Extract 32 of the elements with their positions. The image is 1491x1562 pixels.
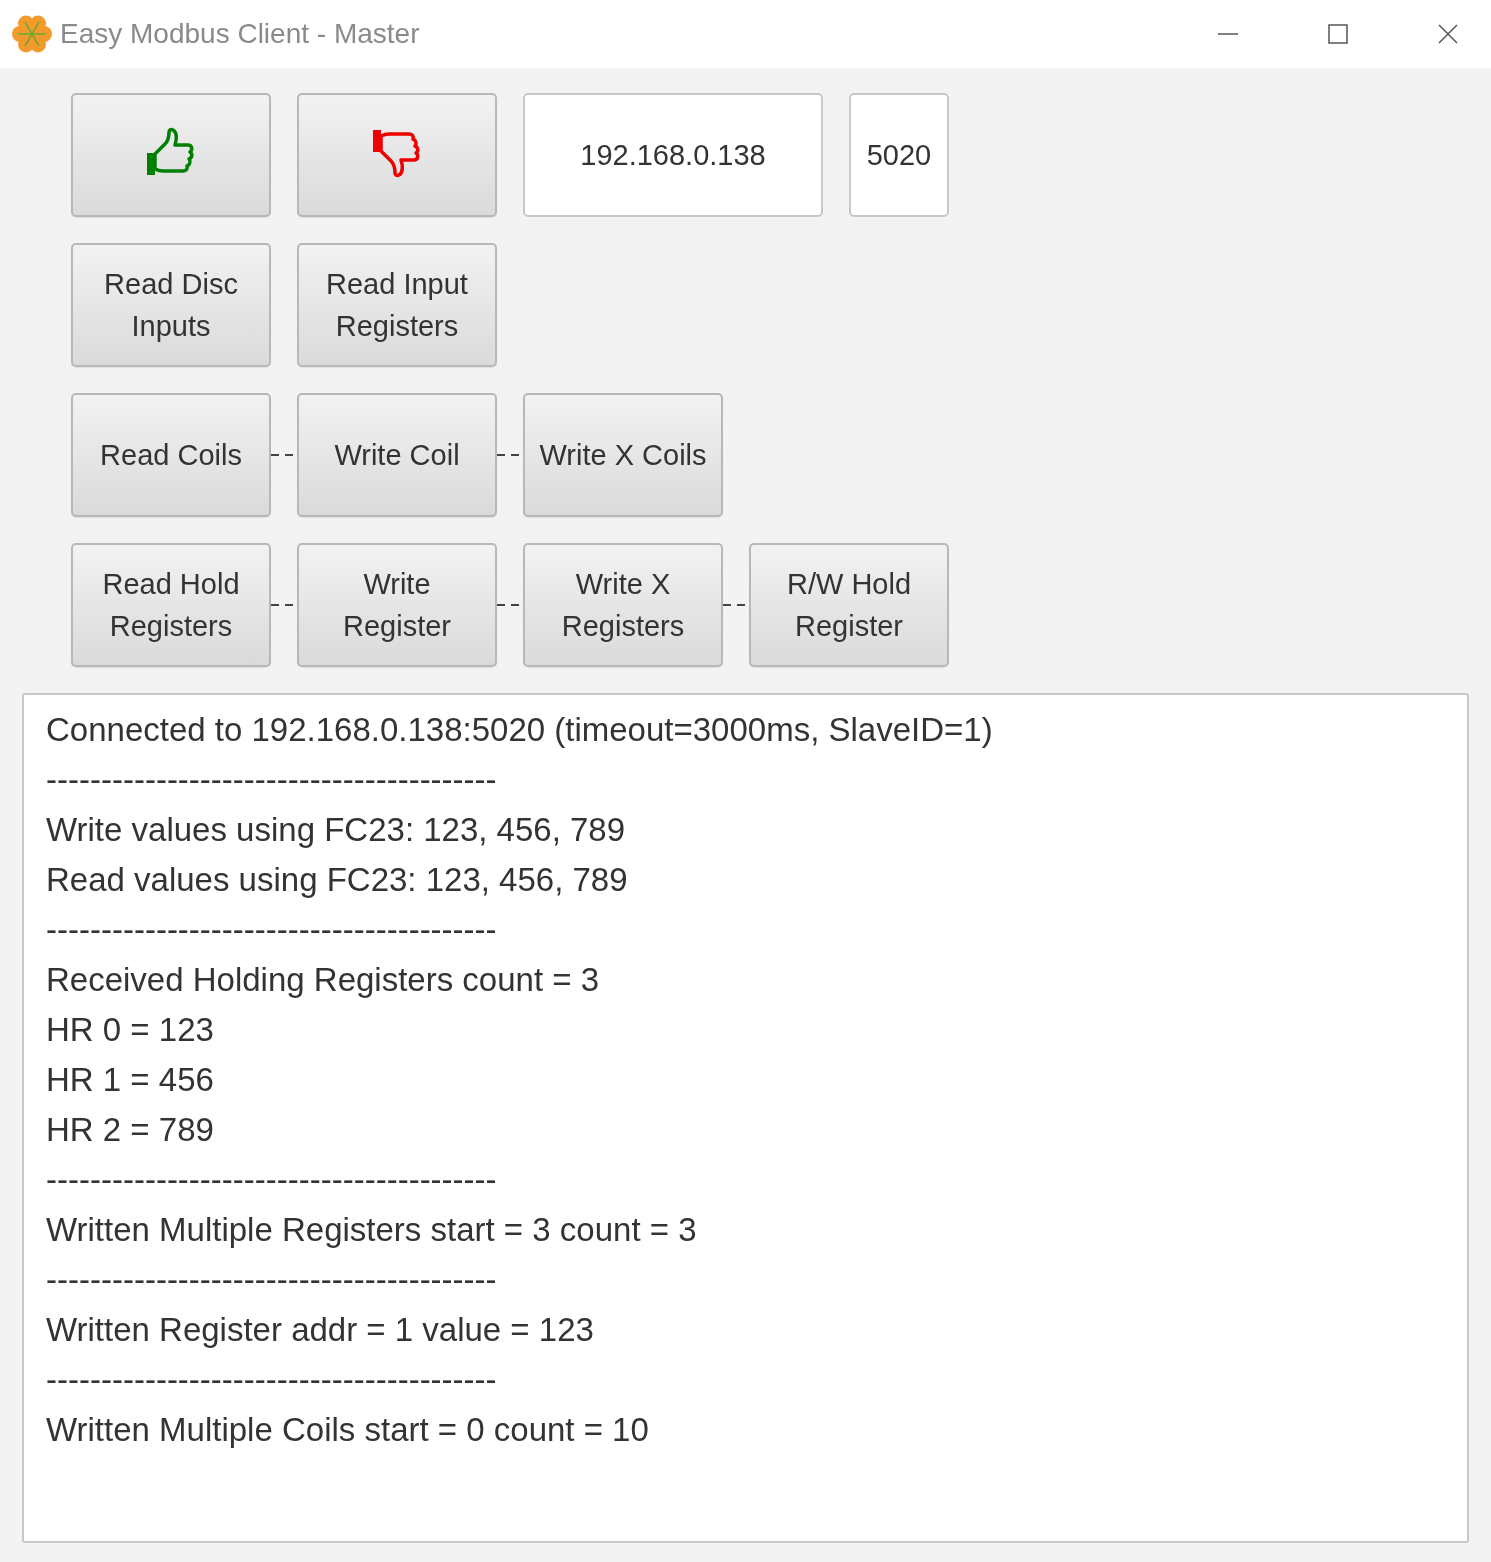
disconnect-button[interactable] [297, 93, 497, 217]
function-button[interactable]: Read Disc Inputs [71, 243, 271, 367]
function-button[interactable]: Read Hold Registers [71, 543, 271, 667]
function-button[interactable]: Read Input Registers [297, 243, 497, 367]
log-line: Connected to 192.168.0.138:5020 (timeout=3000ms, SlaveID=1) [46, 710, 994, 750]
function-button[interactable]: Write Register [297, 543, 497, 667]
function-button[interactable]: Write X Registers [523, 543, 723, 667]
log-line: Received Holding Registers count = 3 [46, 960, 601, 1000]
function-button[interactable]: Read Coils [71, 393, 271, 517]
log-line: HR 1 = 456 [46, 1060, 215, 1100]
function-button[interactable]: R/W Hold Register [749, 543, 949, 667]
connect-button[interactable] [71, 93, 271, 217]
log-line: Read values using FC23: 123, 456, 789 [46, 860, 629, 900]
ip-address-field[interactable]: 192.168.0.138 [523, 93, 823, 217]
function-button[interactable]: Write X Coils [523, 393, 723, 517]
log-line: Written Multiple Coils start = 0 count = 10 [46, 1410, 650, 1450]
port-field[interactable]: 5020 [849, 93, 949, 217]
log-line: ----------------------------------------- [46, 1260, 498, 1300]
window-title: Easy Modbus Client - Master [60, 18, 420, 50]
log-line: HR 0 = 123 [46, 1010, 215, 1050]
log-line: Write values using FC23: 123, 456, 789 [46, 810, 627, 850]
log-line: ----------------------------------------- [46, 1160, 498, 1200]
log-line: Written Multiple Registers start = 3 count = 3 [46, 1210, 698, 1250]
function-button[interactable]: Write Coil [297, 393, 497, 517]
log-line: ----------------------------------------- [46, 910, 498, 950]
log-line: ----------------------------------------- [46, 760, 498, 800]
close-icon[interactable] [1437, 23, 1459, 45]
log-line: ----------------------------------------- [46, 1360, 498, 1400]
log-line: HR 2 = 789 [46, 1110, 215, 1150]
maximize-icon[interactable] [1327, 23, 1349, 45]
log-line: Written Register addr = 1 value = 123 [46, 1310, 595, 1350]
app-logo-icon [12, 14, 52, 54]
